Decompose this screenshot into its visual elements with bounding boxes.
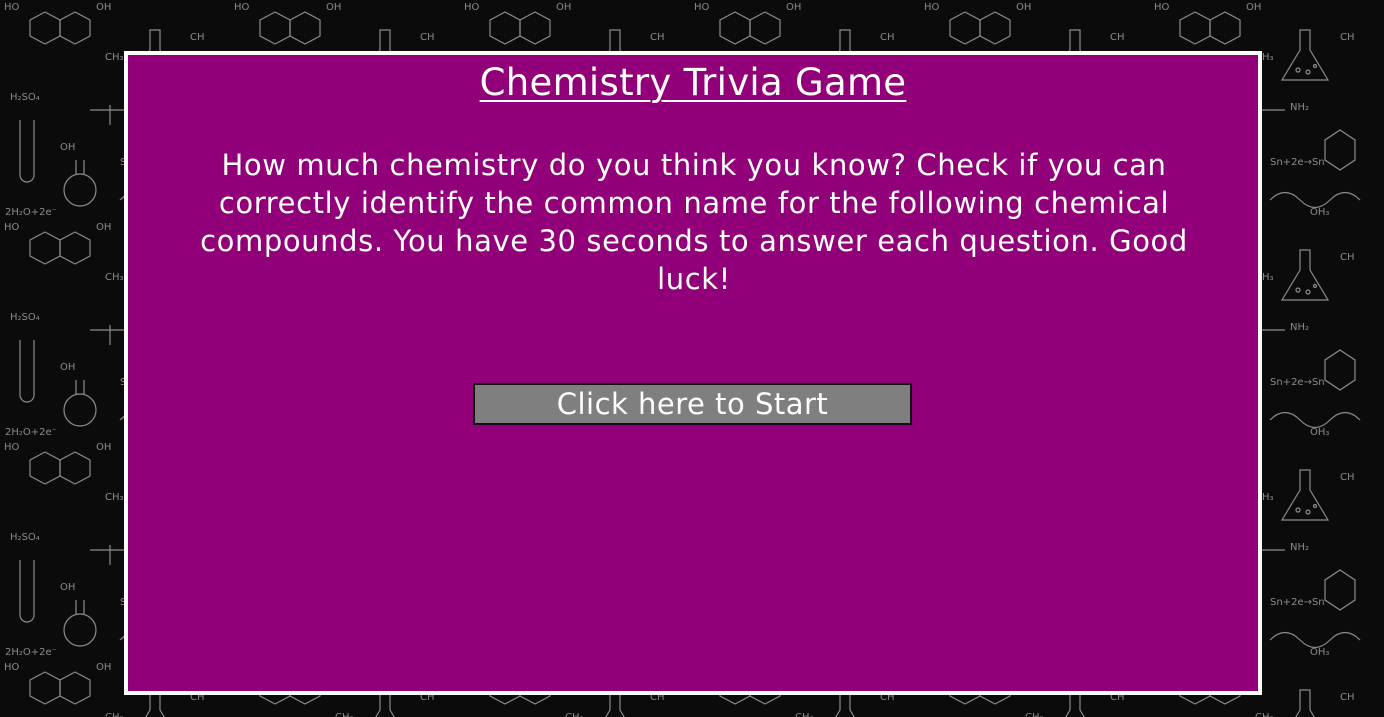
- page-title: Chemistry Trivia Game: [479, 61, 907, 104]
- start-button[interactable]: Click here to Start: [473, 383, 912, 425]
- intro-text: How much chemistry do you think you know…: [200, 148, 1188, 296]
- game-panel: Chemistry Trivia Game How much chemistry…: [124, 51, 1262, 695]
